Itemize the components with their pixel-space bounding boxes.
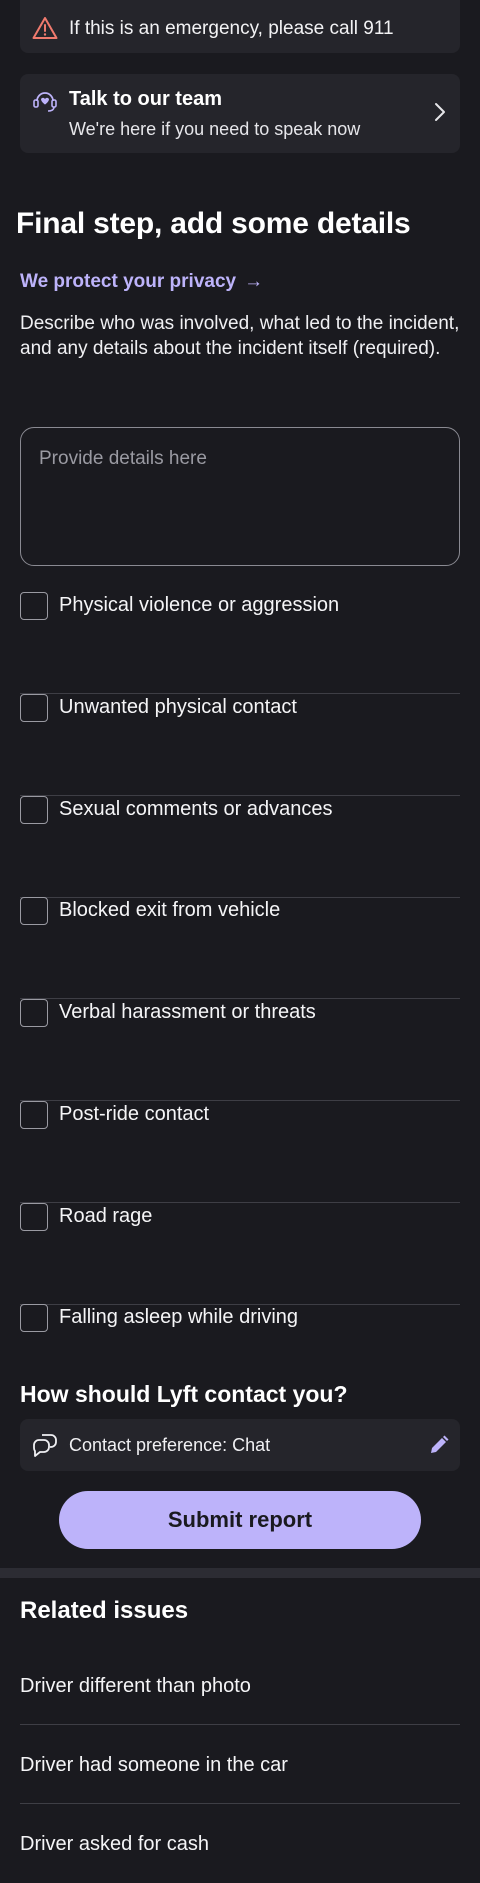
related-issue-label: Driver different than photo: [20, 1675, 251, 1697]
chevron-right-icon: [435, 103, 445, 121]
related-issue-item[interactable]: Driver asked for cash: [20, 1804, 460, 1883]
checkbox[interactable]: [20, 1203, 48, 1231]
talk-subtitle: We're here if you need to speak now: [69, 119, 361, 139]
headset-icon: [33, 92, 57, 112]
option-label: Physical violence or aggression: [59, 594, 340, 616]
related-issue-item[interactable]: Driver had someone in the car: [20, 1725, 460, 1804]
emergency-banner: If this is an emergency, please call 911: [20, 0, 460, 53]
checkbox[interactable]: [20, 592, 48, 620]
page-title: Final step, add some details: [16, 207, 411, 240]
option-row[interactable]: Physical violence or aggression: [20, 592, 460, 694]
option-row[interactable]: Road rage: [20, 1203, 460, 1305]
privacy-link-label: We protect your privacy: [20, 271, 237, 292]
privacy-link[interactable]: We protect your privacy →: [20, 271, 263, 293]
option-label: Sexual comments or advances: [59, 798, 333, 820]
chat-bubbles-icon: [33, 1434, 57, 1457]
warning-icon: [32, 17, 58, 39]
related-issues-heading: Related issues: [20, 1597, 189, 1624]
details-description: Describe who was involved, what led to t…: [20, 313, 460, 359]
option-label: Falling asleep while driving: [59, 1306, 299, 1328]
option-row[interactable]: Blocked exit from vehicle: [20, 897, 460, 999]
related-issue-label: Driver had someone in the car: [20, 1754, 288, 1776]
checkbox[interactable]: [20, 1304, 48, 1332]
option-row[interactable]: Sexual comments or advances: [20, 796, 460, 898]
talk-to-team-card[interactable]: Talk to our team We're here if you need …: [20, 74, 460, 153]
contact-preference-card[interactable]: Contact preference: Chat: [20, 1419, 460, 1471]
related-issue-item[interactable]: Driver different than photo: [20, 1646, 460, 1725]
option-row[interactable]: Verbal harassment or threats: [20, 999, 460, 1101]
related-issue-label: Driver asked for cash: [20, 1833, 209, 1855]
checkbox[interactable]: [20, 796, 48, 824]
contact-preference-text: Contact preference: Chat: [69, 1435, 271, 1455]
talk-title: Talk to our team: [69, 88, 222, 110]
checkbox[interactable]: [20, 999, 48, 1027]
option-row[interactable]: Unwanted physical contact: [20, 694, 460, 796]
emergency-text: If this is an emergency, please call 911: [69, 18, 394, 39]
checkbox[interactable]: [20, 694, 48, 722]
checkbox[interactable]: [20, 897, 48, 925]
option-label: Unwanted physical contact: [59, 696, 297, 718]
pencil-icon[interactable]: [428, 1434, 450, 1456]
option-label: Road rage: [59, 1205, 153, 1227]
contact-heading: How should Lyft contact you?: [20, 1381, 348, 1407]
option-row[interactable]: Falling asleep while driving: [20, 1304, 460, 1354]
option-row[interactable]: Post-ride contact: [20, 1101, 460, 1203]
details-input[interactable]: [20, 427, 460, 566]
option-label: Post-ride contact: [59, 1103, 210, 1125]
option-label: Blocked exit from vehicle: [59, 899, 281, 921]
submit-report-button[interactable]: Submit report: [59, 1491, 421, 1549]
section-divider: [0, 1568, 480, 1578]
checkbox[interactable]: [20, 1101, 48, 1129]
arrow-right-icon: →: [244, 271, 264, 292]
option-label: Verbal harassment or threats: [59, 1001, 316, 1023]
